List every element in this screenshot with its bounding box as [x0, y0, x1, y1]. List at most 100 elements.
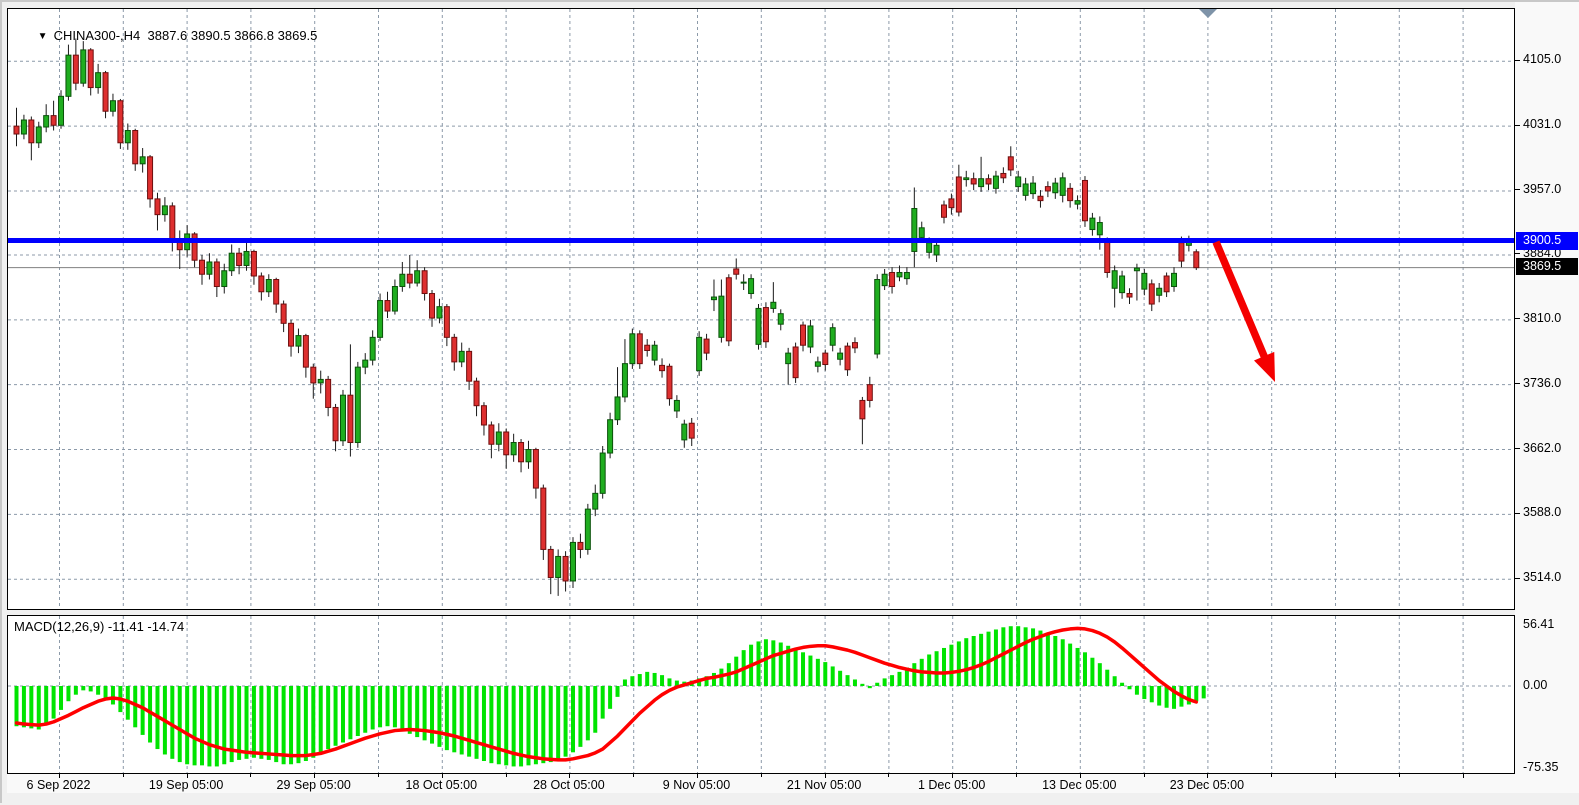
candle-bear [274, 279, 279, 304]
macd-histogram-bar [616, 686, 620, 697]
macd-histogram-bar [964, 638, 968, 686]
time-axis-label: 13 Dec 05:00 [1024, 778, 1134, 792]
macd-indicator-panel[interactable]: MACD(12,26,9) -11.41 -14.74 [7, 615, 1515, 774]
candle-bull [1134, 268, 1139, 271]
candle-bull [719, 296, 724, 337]
candle-bull [1097, 223, 1102, 235]
macd-histogram-bar [452, 686, 456, 752]
price-tick [1515, 189, 1520, 190]
macd-histogram-bar [564, 686, 568, 757]
candle-bear [890, 272, 895, 286]
candle-bull [370, 337, 375, 360]
macd-histogram-bar [29, 686, 33, 728]
macd-chart[interactable] [8, 616, 1514, 773]
time-tick [1335, 774, 1336, 778]
candle-bull [1075, 201, 1080, 205]
candle-bear [637, 334, 642, 364]
candle-bear [667, 366, 672, 398]
price-chart-panel[interactable]: ▼CHINA300-,H4 3887.6 3890.5 3866.8 3869.… [7, 8, 1515, 610]
candle-bear [1008, 157, 1013, 170]
candle-bull [808, 326, 813, 347]
macd-histogram-bar [59, 686, 63, 710]
candle-bear [281, 304, 286, 323]
candle-bull [59, 96, 64, 125]
candle-bull [355, 367, 360, 442]
macd-histogram-bar [296, 686, 300, 763]
candle-bull [778, 314, 783, 325]
candle-bear [704, 339, 709, 353]
price-axis[interactable]: 4105.04031.03957.03884.03810.03736.03662… [1515, 2, 1579, 805]
candle-bull [511, 443, 516, 455]
bid-price-badge: 3869.5 [1516, 258, 1578, 275]
macd-histogram-bar [949, 645, 953, 686]
candle-bull [741, 282, 746, 283]
candle-bull [904, 272, 909, 278]
red-arrow-shaft[interactable] [1216, 242, 1266, 362]
macd-histogram-bar [831, 666, 835, 686]
candle-bull [556, 556, 561, 577]
macd-histogram-bar [356, 686, 360, 736]
candle-bull [749, 279, 754, 294]
price-axis-label: 3662.0 [1523, 441, 1561, 455]
macd-histogram-bar [912, 663, 916, 686]
candle-bull [1172, 273, 1177, 286]
candle-bull [652, 345, 657, 360]
macd-histogram-bar [44, 686, 48, 725]
candle-bull [400, 274, 405, 286]
macd-histogram-bar [311, 686, 315, 758]
time-tick [1144, 774, 1145, 777]
macd-histogram-bar [808, 656, 812, 686]
macd-histogram-bar [1194, 686, 1198, 701]
price-axis-label: 4031.0 [1523, 117, 1561, 131]
time-axis-label: 23 Dec 05:00 [1152, 778, 1262, 792]
symbol-label: CHINA300-,H4 [54, 28, 141, 43]
macd-histogram-bar [200, 686, 204, 765]
price-tick [1515, 125, 1520, 126]
macd-histogram-bar [1105, 670, 1109, 686]
candle-bear [1194, 252, 1199, 268]
candle-bear [971, 179, 976, 184]
macd-axis-label: 56.41 [1523, 617, 1554, 631]
macd-histogram-bar [987, 632, 991, 686]
macd-histogram-bar [207, 686, 211, 766]
candle-bull [600, 453, 605, 493]
macd-histogram-bar [623, 679, 627, 686]
candle-bull [459, 351, 464, 362]
triangle-down-icon[interactable]: ▼ [38, 31, 48, 42]
macd-histogram-bar [348, 686, 352, 739]
candle-bear [14, 126, 19, 134]
macd-histogram-bar [178, 686, 182, 762]
time-axis-label: 21 Nov 05:00 [769, 778, 879, 792]
macd-histogram-bar [400, 686, 404, 731]
macd-histogram-bar [660, 675, 664, 686]
macd-histogram-bar [1090, 658, 1094, 686]
candle-bull [711, 297, 716, 300]
candlestick-chart[interactable] [8, 9, 1514, 609]
macd-histogram-bar [846, 675, 850, 686]
horizontal-line-object[interactable] [8, 238, 1514, 243]
macd-histogram-bar [1053, 636, 1057, 686]
candle-bear [852, 343, 857, 348]
macd-histogram-bar [304, 686, 308, 761]
macd-histogram-bar [193, 686, 197, 765]
red-arrow-head[interactable] [1254, 352, 1275, 382]
candle-bear [986, 179, 991, 184]
candle-bear [734, 269, 739, 274]
candle-bull [415, 271, 420, 283]
candle-bear [763, 308, 768, 342]
macd-histogram-bar [593, 686, 597, 733]
candle-bear [1164, 276, 1169, 292]
candle-bull [585, 509, 590, 549]
macd-histogram-bar [1113, 676, 1117, 686]
chart-shift-marker-icon[interactable] [1199, 9, 1217, 18]
candle-bear [481, 406, 486, 425]
time-axis[interactable]: 6 Sep 202219 Sep 05:0029 Sep 05:0018 Oct… [7, 774, 1515, 793]
macd-histogram-bar [66, 686, 70, 701]
candle-bull [934, 245, 939, 255]
macd-histogram-bar [319, 686, 323, 753]
macd-histogram-bar [1001, 627, 1005, 686]
candle-bull [140, 157, 145, 164]
macd-histogram-bar [222, 686, 226, 764]
macd-histogram-bar [482, 686, 486, 761]
candle-bull [771, 302, 776, 308]
